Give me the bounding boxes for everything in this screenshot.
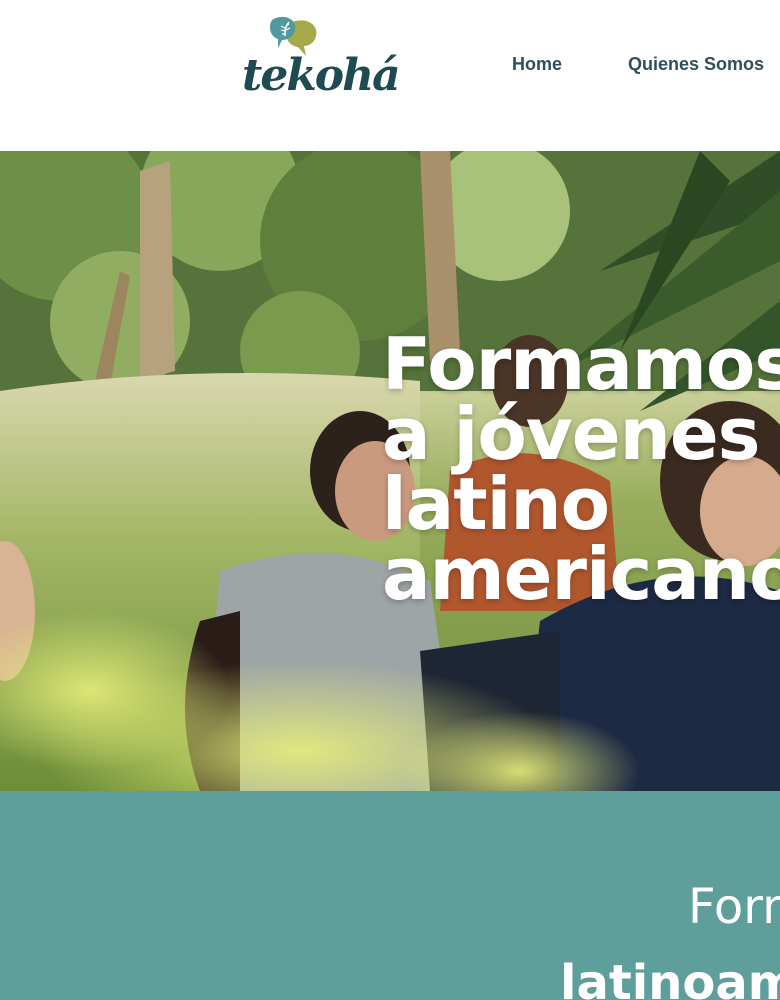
hero-title: Formamos a jóvenes latino americanos: [382, 322, 780, 616]
main-nav: Home Quienes Somos: [0, 54, 780, 78]
intro-heading-line1: Formamos a jóvenes: [688, 879, 780, 935]
site-header: tekohá Home Quienes Somos: [0, 0, 780, 151]
nav-quienes-somos-link[interactable]: Quienes Somos: [628, 54, 764, 75]
nav-home-link[interactable]: Home: [512, 54, 562, 75]
intro-heading-line2: latinoamericanos: [560, 955, 780, 1000]
intro-band: Formamos a jóvenes latinoamericanos: [0, 791, 780, 1000]
hero-section: Formamos a jóvenes latino americanos: [0, 151, 780, 791]
